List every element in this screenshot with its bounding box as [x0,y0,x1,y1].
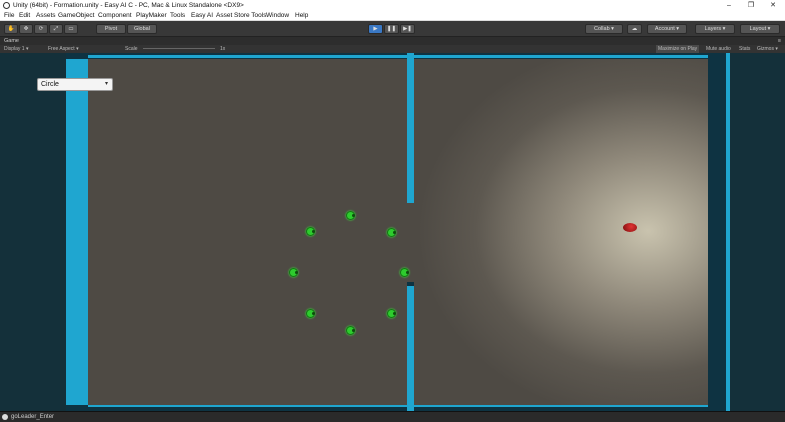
minimize-button[interactable]: – [718,0,740,11]
pause-button[interactable]: ❚❚ [384,24,399,34]
mute-audio-toggle[interactable]: Mute audio [706,45,731,53]
formation-dropdown[interactable]: Circle ▾ [37,78,113,91]
menu-file[interactable]: File [4,11,14,21]
game-view-toolbar: Display 1 ▾ Free Aspect ▾ Scale 1x Maxim… [0,45,785,53]
tab-game[interactable]: Game [4,37,19,45]
chevron-down-icon: ▾ [104,81,108,87]
status-message[interactable]: goLeader_Enter [11,412,54,422]
agent-6 [306,309,315,318]
right-wall [708,53,728,411]
rect-tool-icon[interactable]: ▭ [64,24,78,34]
menu-easy-ai[interactable]: Easy AI [191,11,213,21]
menu-asset-store-tools[interactable]: Asset Store Tools [216,11,266,21]
menu-component[interactable]: Component [98,11,132,21]
menu-bar: File Edit Assets GameObject Component Pl… [0,11,785,21]
agent-8 [346,326,355,335]
display-dropdown[interactable]: Display 1 ▾ [4,45,28,53]
scale-label: Scale [125,46,138,52]
maximize-button[interactable]: ❐ [740,0,762,11]
right-wall-edge [726,53,730,411]
move-tool-icon[interactable]: ✥ [19,24,33,34]
divider-wall-bottom [407,286,414,411]
collab-dropdown[interactable]: Collab ▾ [585,24,623,34]
scale-slider[interactable] [143,48,215,49]
formation-dropdown-value: Circle [41,81,59,88]
game-viewport[interactable]: Circle ▾ [0,53,785,411]
gizmos-dropdown[interactable]: Gizmos ▾ [757,45,778,53]
arena-floor [88,59,708,405]
step-button[interactable]: ▶❚ [400,24,415,34]
menu-assets[interactable]: Assets [36,11,56,21]
info-icon [2,414,8,420]
menu-window[interactable]: Window [266,11,289,21]
menu-tools[interactable]: Tools [170,11,185,21]
agent-7 [387,309,396,318]
layout-dropdown[interactable]: Layout ▾ [740,24,780,34]
agent-1 [346,211,355,220]
menu-help[interactable]: Help [295,11,308,21]
target-sphere [623,223,637,232]
bottom-wall-edge [88,405,708,407]
game-tab-strip: Game ≡ [0,37,785,45]
menu-edit[interactable]: Edit [19,11,30,21]
status-bar: goLeader_Enter [0,411,785,422]
left-wall [66,53,88,411]
hand-tool-icon[interactable]: ✋ [4,24,18,34]
agent-3 [387,228,396,237]
pivot-toggle[interactable]: Pivot [96,24,126,34]
close-button[interactable]: ✕ [762,0,784,11]
top-wall-edge [88,55,708,58]
game-tab-label: Game [4,38,19,44]
agent-5 [400,268,409,277]
scale-value: 1x [220,46,226,52]
agent-4 [289,268,298,277]
menu-playmaker[interactable]: PlayMaker [136,11,167,21]
maximize-on-play-toggle[interactable]: Maximize on Play [656,45,700,53]
rotate-tool-icon[interactable]: ⟳ [34,24,48,34]
agent-2 [306,227,315,236]
menu-gameobject[interactable]: GameObject [58,11,95,21]
window-title: Unity (64bit) - Formation.unity - Easy A… [13,2,244,9]
cloud-icon[interactable]: ☁ [627,24,642,34]
window-title-bar: Unity (64bit) - Formation.unity - Easy A… [0,0,785,11]
main-toolbar: ✋ ✥ ⟳ ⤢ ▭ Pivot Global ▶ ❚❚ ▶❚ Collab ▾ … [0,21,785,37]
divider-wall-top [407,53,414,203]
tab-menu-icon[interactable]: ≡ [778,37,781,45]
stats-toggle[interactable]: Stats [739,45,750,53]
global-toggle[interactable]: Global [127,24,157,34]
aspect-dropdown[interactable]: Free Aspect ▾ [48,45,79,53]
play-button[interactable]: ▶ [368,24,383,34]
layers-dropdown[interactable]: Layers ▾ [695,24,735,34]
account-dropdown[interactable]: Account ▾ [647,24,687,34]
unity-icon [3,2,10,9]
scale-tool-icon[interactable]: ⤢ [49,24,63,34]
